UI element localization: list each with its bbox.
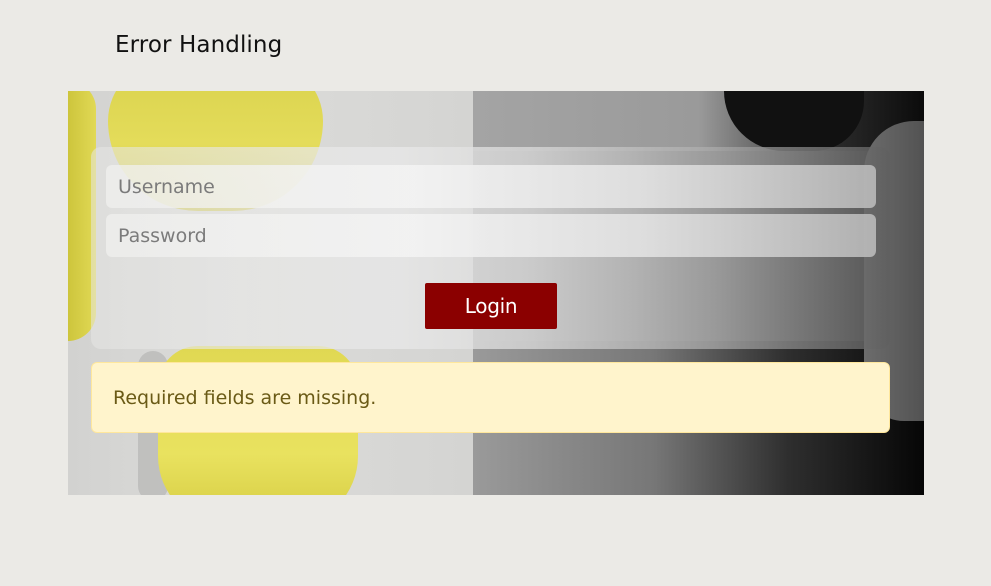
error-message: Required fields are missing. [113, 386, 377, 409]
login-button[interactable]: Login [425, 283, 557, 329]
username-input[interactable] [106, 165, 876, 208]
error-alert: Required fields are missing. [91, 362, 890, 433]
login-form: Login [91, 147, 890, 349]
password-input[interactable] [106, 214, 876, 257]
page-title: Error Handling [115, 32, 283, 58]
page: Error Handling Login Required fields are… [0, 0, 991, 586]
